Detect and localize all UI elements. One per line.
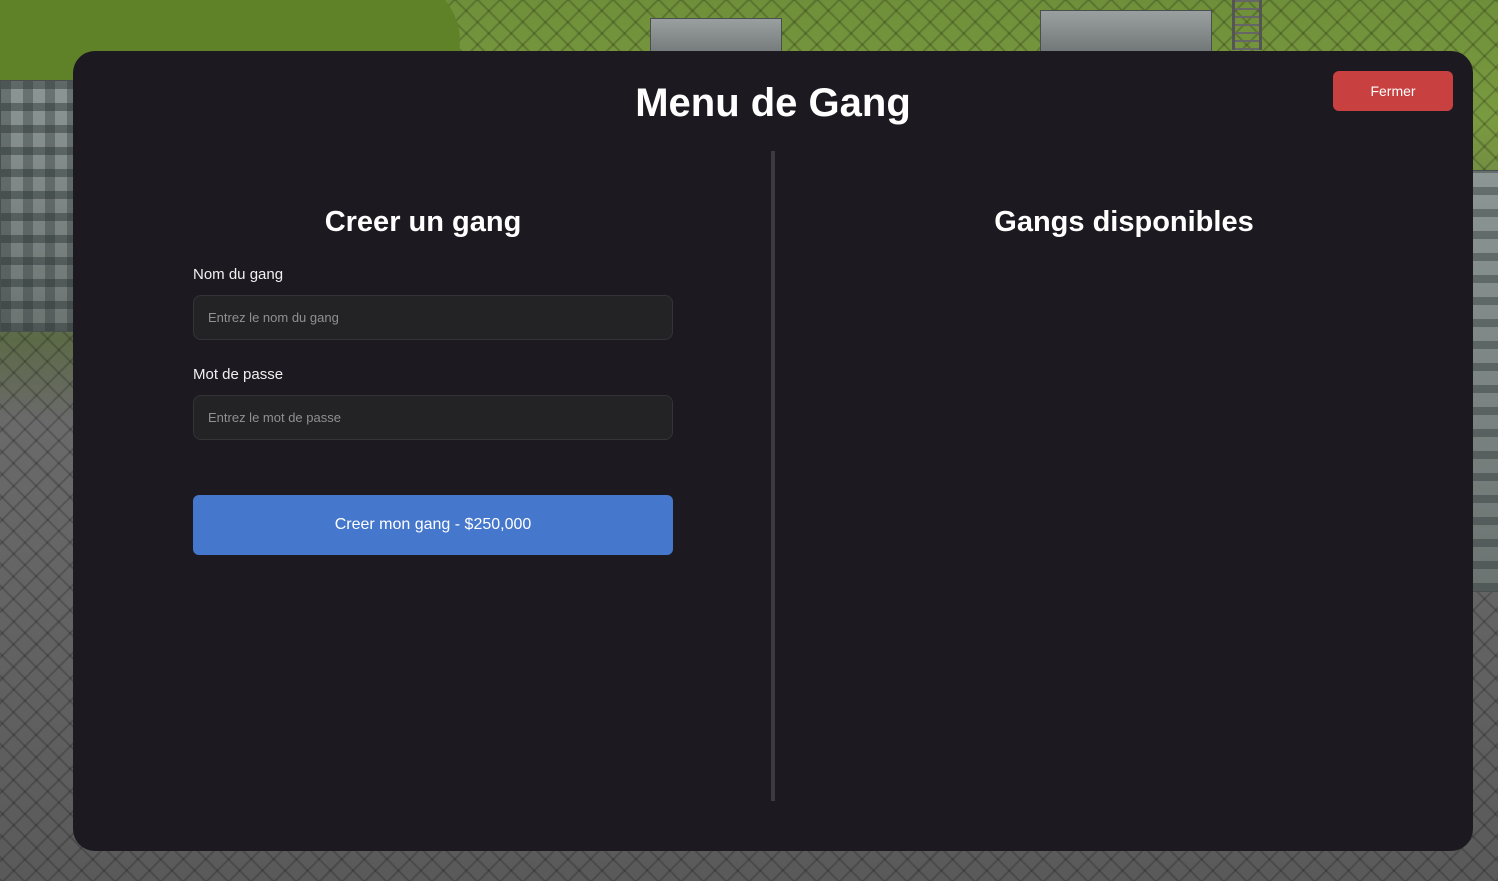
password-label: Mot de passe <box>193 366 284 383</box>
create-gang-section: Creer un gang Nom du gang Mot de passe C… <box>193 206 673 555</box>
available-gangs-section: Gangs disponibles <box>775 206 1473 659</box>
background-pylon <box>1232 0 1262 50</box>
available-gangs-title: Gangs disponibles <box>994 206 1254 238</box>
create-gang-title: Creer un gang <box>324 206 522 238</box>
background-rooftop <box>1040 10 1212 57</box>
page-title: Menu de Gang <box>635 81 911 125</box>
password-input[interactable] <box>193 395 673 440</box>
gang-list <box>775 259 1473 659</box>
create-gang-button[interactable]: Creer mon gang - $250,000 <box>193 495 673 555</box>
close-button[interactable]: Fermer <box>1333 71 1453 111</box>
gang-name-label: Nom du gang <box>193 266 284 283</box>
gang-menu-panel: Menu de Gang Fermer Creer un gang Nom du… <box>73 51 1473 851</box>
gang-name-input[interactable] <box>193 295 673 340</box>
